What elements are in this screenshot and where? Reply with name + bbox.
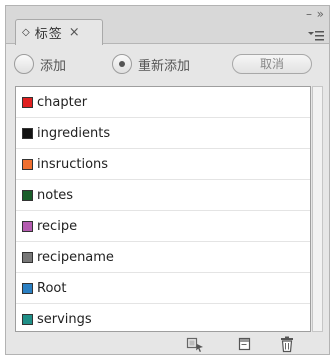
tag-name: insructions bbox=[37, 156, 109, 172]
tag-name: recipename bbox=[37, 249, 114, 265]
panel-header: ◇ 标签 × – » bbox=[6, 6, 329, 45]
tag-color-swatch bbox=[22, 158, 33, 170]
tag-row[interactable]: insructions bbox=[16, 149, 310, 180]
tag-color-swatch bbox=[22, 189, 33, 201]
tag-row[interactable]: recipe bbox=[16, 211, 310, 242]
readd-radio-label: 重新添加 bbox=[138, 58, 191, 74]
tag-color-swatch bbox=[22, 282, 33, 294]
tag-row[interactable]: servings bbox=[16, 304, 310, 331]
scrollbar[interactable] bbox=[312, 86, 323, 332]
tag-name: servings bbox=[37, 311, 92, 327]
new-tag-icon[interactable] bbox=[236, 335, 254, 353]
tag-color-swatch bbox=[22, 96, 33, 108]
minimize-icon[interactable]: – bbox=[306, 8, 312, 20]
radio-selected-dot bbox=[119, 61, 125, 67]
trash-icon[interactable] bbox=[278, 335, 296, 353]
tag-list: chapter ingredients insructions notes recipe… bbox=[15, 86, 311, 332]
tag-color-swatch bbox=[22, 313, 33, 325]
tags-panel: ◇ 标签 × – » 添加 重新添加 取消 chapter ingredients… bbox=[5, 5, 330, 355]
add-radio[interactable]: 添加 bbox=[14, 53, 66, 75]
tag-name: notes bbox=[37, 187, 74, 203]
cancel-button[interactable]: 取消 bbox=[232, 54, 312, 74]
tag-color-swatch bbox=[22, 251, 33, 263]
tag-name: ingredients bbox=[37, 125, 111, 141]
tag-row[interactable]: Root bbox=[16, 273, 310, 304]
diamond-icon: ◇ bbox=[22, 27, 30, 38]
tag-row[interactable]: notes bbox=[16, 180, 310, 211]
panel-footer bbox=[6, 334, 329, 354]
tag-color-swatch bbox=[22, 127, 33, 139]
readd-radio[interactable]: 重新添加 bbox=[112, 53, 190, 75]
panel-menu-icon[interactable] bbox=[308, 30, 324, 42]
tag-row[interactable]: ingredients bbox=[16, 118, 310, 149]
tab-tags[interactable]: ◇ 标签 × bbox=[15, 19, 103, 45]
tag-toolbar: 添加 重新添加 取消 bbox=[6, 44, 329, 84]
tag-row[interactable]: chapter bbox=[16, 87, 310, 118]
tab-label: 标签 bbox=[34, 27, 63, 42]
new-tag-from-selection-icon[interactable] bbox=[186, 335, 204, 353]
tag-name: chapter bbox=[37, 94, 88, 110]
add-radio-circle bbox=[14, 54, 34, 74]
tag-row[interactable]: recipename bbox=[16, 242, 310, 273]
tag-name: recipe bbox=[37, 218, 78, 234]
tag-color-swatch bbox=[22, 220, 33, 232]
add-radio-label: 添加 bbox=[40, 58, 67, 74]
collapse-icon[interactable]: » bbox=[317, 8, 324, 20]
tag-name: Root bbox=[37, 280, 67, 296]
readd-radio-circle bbox=[112, 54, 132, 74]
tab-close-icon[interactable]: × bbox=[69, 25, 80, 40]
